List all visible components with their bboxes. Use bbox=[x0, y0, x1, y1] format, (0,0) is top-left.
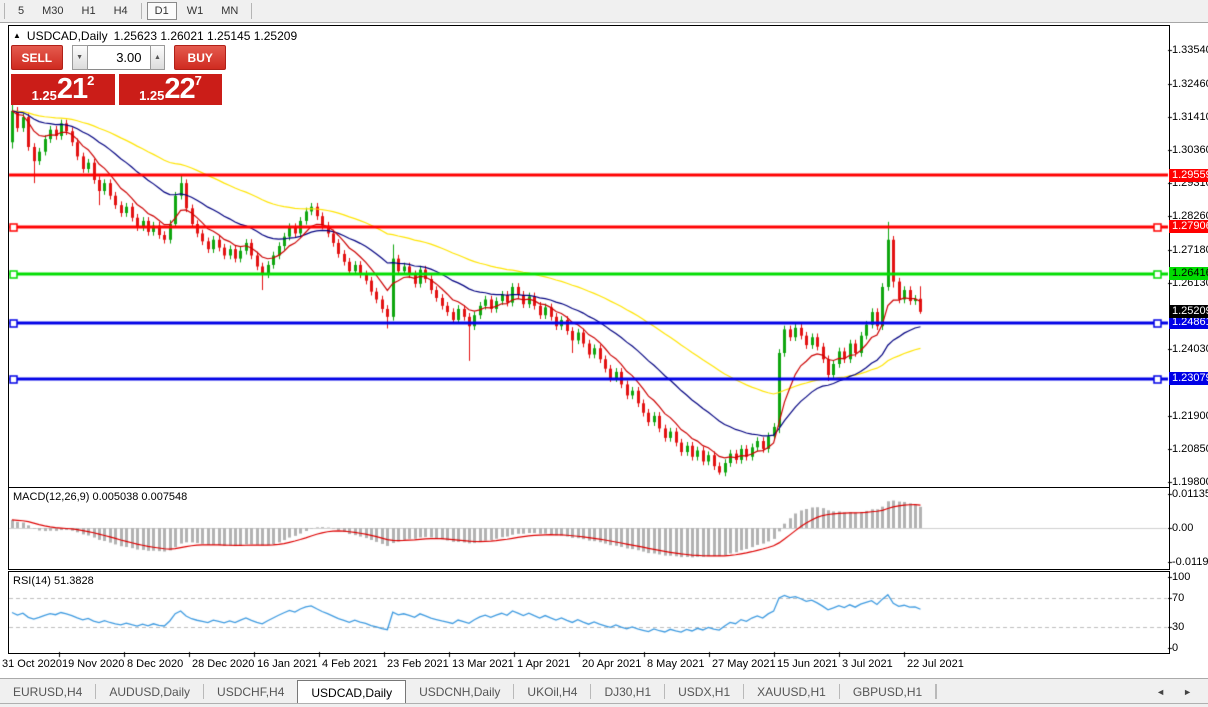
volume-decrease-button[interactable]: ▼ bbox=[71, 45, 88, 70]
date-tick-label: 8 Dec 2020 bbox=[127, 658, 184, 670]
chart-tab-audusd[interactable]: AUDUSD,Daily bbox=[96, 679, 203, 704]
price-tick-label: 1.30360 bbox=[1172, 143, 1208, 156]
sell-button[interactable]: SELL bbox=[11, 45, 63, 70]
volume-increase-button[interactable]: ▲ bbox=[149, 45, 166, 70]
macd-axis-label: 0.00 bbox=[1172, 522, 1194, 534]
price-tick-label: 1.21900 bbox=[1172, 409, 1208, 422]
hline-price-label: 1.29559 bbox=[1169, 168, 1208, 182]
chart-tab-dj30[interactable]: DJ30,H1 bbox=[591, 679, 664, 704]
timeframe-button-5[interactable]: 5 bbox=[10, 2, 32, 20]
date-tick-label: 4 Feb 2021 bbox=[322, 658, 378, 670]
rsi-axis-label: 70 bbox=[1172, 592, 1185, 605]
collapse-panel-icon[interactable]: ▲ bbox=[13, 31, 21, 40]
timeframe-button-h1[interactable]: H1 bbox=[74, 2, 104, 20]
sell-price-small: 1.25 bbox=[31, 88, 57, 103]
timeframe-button-mn[interactable]: MN bbox=[213, 2, 246, 20]
price-tick-label: 1.32460 bbox=[1172, 77, 1208, 90]
rsi-axis-label: 100 bbox=[1172, 571, 1191, 583]
price-chart-canvas[interactable] bbox=[0, 0, 1208, 707]
macd-indicator-label: MACD(12,26,9) 0.005038 0.007548 bbox=[13, 491, 188, 503]
one-click-trading-panel: SELL ▼ ▲ BUY 1.25212 1.25227 bbox=[11, 45, 226, 105]
sell-price-display[interactable]: 1.25 21 2 bbox=[11, 74, 115, 105]
hline-price-label: 1.26416 bbox=[1169, 267, 1208, 281]
date-tick-label: 3 Jul 2021 bbox=[842, 658, 893, 670]
chart-symbol-period: USDCAD,Daily bbox=[26, 29, 108, 43]
date-tick-label: 15 Jun 2021 bbox=[777, 658, 838, 670]
date-tick-label: 31 Oct 2020 bbox=[2, 658, 62, 670]
chart-tab-bar: EURUSD,H4 AUDUSD,Daily USDCHF,H4 USDCAD,Dai… bbox=[0, 678, 1208, 704]
volume-input[interactable] bbox=[87, 45, 150, 70]
macd-axis-label: -0.011904 bbox=[1172, 556, 1208, 568]
mt4-window: 5 M30 H1 H4 D1 W1 MN ▲ USDCAD,Daily 1.25623 1.… bbox=[0, 0, 1208, 707]
buy-price-big: 22 bbox=[164, 73, 195, 105]
price-tick-label: 1.27180 bbox=[1172, 243, 1208, 256]
hline-price-label: 1.23079 bbox=[1169, 372, 1208, 386]
price-tick-label: 1.19800 bbox=[1172, 475, 1208, 488]
chart-tab-xauusd[interactable]: XAUUSD,H1 bbox=[744, 679, 839, 704]
price-tick-label: 1.33540 bbox=[1172, 43, 1208, 56]
date-tick-label: 19 Nov 2020 bbox=[62, 658, 125, 670]
sell-price-sup: 2 bbox=[87, 73, 95, 88]
chart-tab-eurusd[interactable]: EURUSD,H4 bbox=[0, 679, 95, 704]
date-tick-label: 20 Apr 2021 bbox=[582, 658, 642, 670]
price-tick-label: 1.31410 bbox=[1172, 110, 1208, 123]
date-tick-label: 23 Feb 2021 bbox=[387, 658, 449, 670]
date-tick-label: 28 Dec 2020 bbox=[192, 658, 255, 670]
chart-title: ▲ USDCAD,Daily 1.25623 1.26021 1.25145 1… bbox=[13, 29, 297, 43]
rsi-axis-label: 0 bbox=[1172, 642, 1179, 654]
tabs-scroll-left-icon[interactable]: ◄ bbox=[1156, 687, 1165, 697]
tabs-scroll-right-icon[interactable]: ► bbox=[1183, 687, 1192, 697]
chart-tab-usdcad[interactable]: USDCAD,Daily bbox=[297, 680, 407, 704]
chart-tab-gbpusd[interactable]: GBPUSD,H1 bbox=[840, 679, 935, 704]
chart-tab-ukoil[interactable]: UKOil,H4 bbox=[514, 679, 590, 704]
date-tick-label: 27 May 2021 bbox=[712, 658, 776, 670]
timeframe-button-d1[interactable]: D1 bbox=[146, 2, 177, 20]
date-tick-label: 8 May 2021 bbox=[647, 658, 705, 670]
date-tick-label: 22 Jul 2021 bbox=[907, 658, 964, 670]
date-tick-label: 13 Mar 2021 bbox=[452, 658, 514, 670]
rsi-axis-label: 30 bbox=[1172, 620, 1185, 633]
chart-tab-usdcnh[interactable]: USDCNH,Daily bbox=[406, 679, 513, 704]
rsi-indicator-label: RSI(14) 51.3828 bbox=[13, 575, 94, 587]
price-tick-label: 1.24030 bbox=[1172, 342, 1208, 355]
buy-price-small: 1.25 bbox=[139, 88, 165, 103]
status-strip bbox=[0, 703, 1208, 707]
timeframe-button-w1[interactable]: W1 bbox=[179, 2, 212, 20]
buy-price-sup: 7 bbox=[194, 73, 202, 88]
hline-price-label: 1.27906 bbox=[1169, 220, 1208, 234]
current-price-label: 1.25209 bbox=[1169, 305, 1208, 319]
timeframe-button-h4[interactable]: H4 bbox=[106, 2, 136, 20]
date-tick-label: 16 Jan 2021 bbox=[257, 658, 318, 670]
sell-price-big: 21 bbox=[56, 73, 88, 105]
buy-price-display[interactable]: 1.25 22 7 bbox=[119, 74, 222, 105]
timeframe-button-m30[interactable]: M30 bbox=[34, 2, 71, 20]
chart-tab-usdx[interactable]: USDX,H1 bbox=[665, 679, 743, 704]
timeframe-toolbar: 5 M30 H1 H4 D1 W1 MN bbox=[0, 0, 1208, 23]
price-tick-label: 1.20850 bbox=[1172, 442, 1208, 455]
chart-tab-usdchf[interactable]: USDCHF,H4 bbox=[204, 679, 297, 704]
macd-axis-label: 0.01135 bbox=[1172, 488, 1208, 500]
date-tick-label: 1 Apr 2021 bbox=[517, 658, 571, 670]
chart-ohlc-values: 1.25623 1.26021 1.25145 1.25209 bbox=[113, 29, 298, 43]
buy-button[interactable]: BUY bbox=[174, 45, 226, 70]
